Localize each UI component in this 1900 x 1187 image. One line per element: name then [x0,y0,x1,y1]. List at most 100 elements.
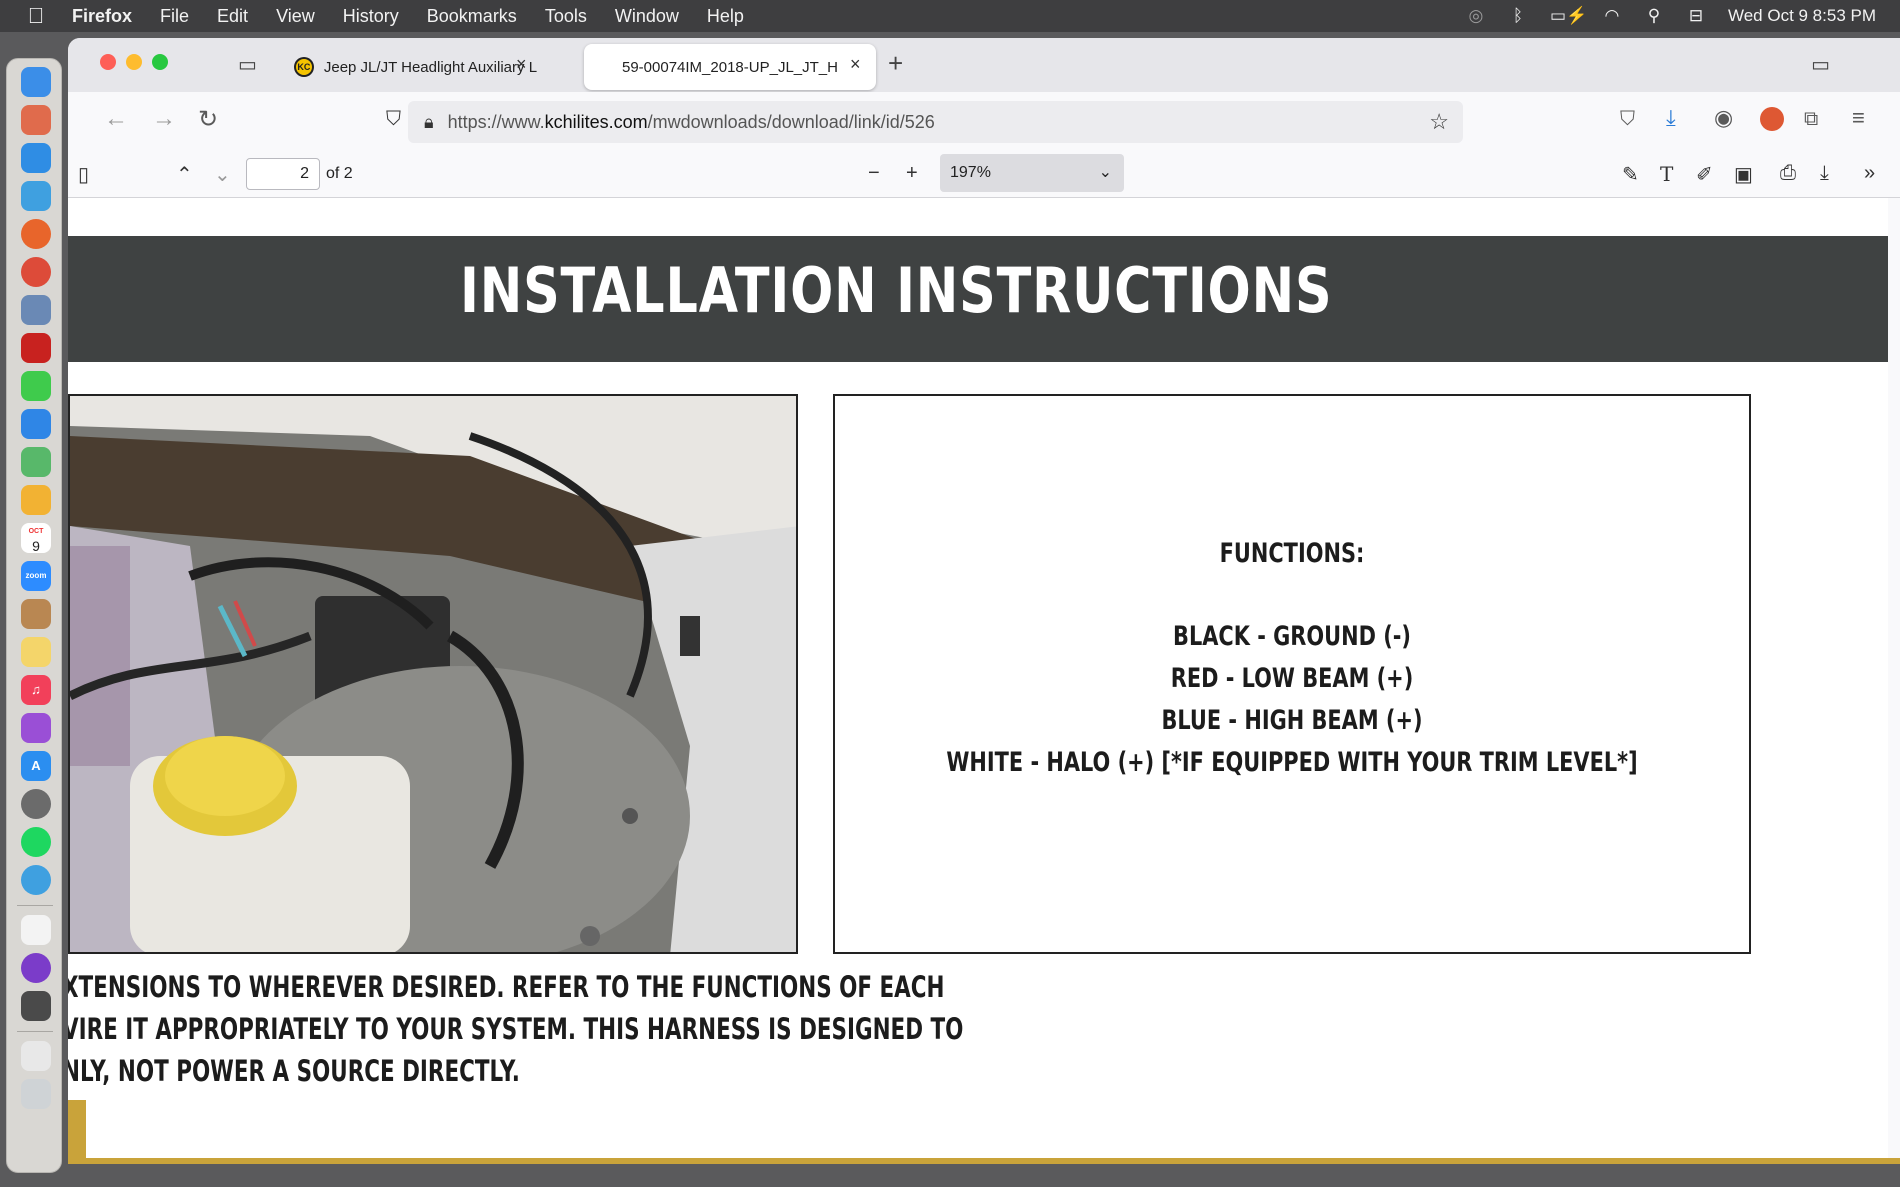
wifi-icon[interactable]: ◠ [1602,6,1622,26]
save-download-icon[interactable]: ⤓ [1820,162,1829,185]
safari-icon[interactable] [21,143,51,173]
text-tool-icon[interactable]: T [1660,162,1673,186]
launchpad-icon[interactable] [21,105,51,135]
engine-bay-photo [68,394,798,954]
icloud-icon[interactable] [21,181,51,211]
messages-icon[interactable] [21,371,51,401]
dock-separator-2 [17,1031,53,1032]
preview-icon[interactable] [21,295,51,325]
close-window-button[interactable] [100,54,116,70]
app-menu-icon[interactable]: ≡ [1852,105,1865,131]
draw-icon[interactable]: ✐ [1696,162,1713,187]
finder-icon[interactable] [21,67,51,97]
control-center-icon[interactable]: ⊟ [1686,6,1706,26]
dock-separator [17,905,53,906]
instruction-text-line: VIRE IT APPROPRIATELY TO YOUR SYSTEM. TH… [68,1012,964,1046]
zoom-icon[interactable]: zoom [21,561,51,591]
sidebar-toggle-icon[interactable]: ▯ [78,162,89,187]
minimize-window-button[interactable] [126,54,142,70]
contacts-icon[interactable] [21,599,51,629]
functions-box: FUNCTIONS: BLACK - GROUND (-) RED - LOW … [833,394,1751,954]
print-icon[interactable]: ⎙ [1780,162,1796,185]
menu-window[interactable]: Window [615,0,679,32]
tab-pdf-instructions[interactable]: 59-00074IM_2018-UP_JL_JT_H × [584,44,876,90]
spotify-icon[interactable] [21,827,51,857]
lock-icon[interactable]: 🔒︎ [424,112,434,133]
bookmark-star-icon[interactable]: ☆ [1429,109,1449,135]
url-host: kchilites.com [544,111,648,132]
calculator-icon[interactable] [21,991,51,1021]
zoom-select[interactable]: 197% ⌄ [940,154,1124,192]
more-tools-icon[interactable]: » [1864,162,1875,185]
menu-history[interactable]: History [343,0,399,32]
menu-view[interactable]: View [276,0,315,32]
image-tool-icon[interactable]: ▣ [1734,162,1753,187]
engine-bay-illustration [70,396,796,952]
bluetooth-icon[interactable]: ᛒ [1508,6,1528,26]
calendar-icon[interactable]: OCT 9 [21,523,51,553]
zoom-window-button[interactable] [152,54,168,70]
spotlight-search-icon[interactable]: ⚲ [1644,6,1664,26]
tab-close-icon[interactable]: × [850,54,861,75]
apple-icon[interactable]:  [0,3,72,29]
menu-tools[interactable]: Tools [545,0,587,32]
maps-icon[interactable] [21,447,51,477]
url-bar[interactable]: 🔒︎ https://www. kchilites.com/mwdownloads… [408,101,1463,143]
chrome-icon[interactable] [21,257,51,287]
new-tab-button[interactable]: + [888,48,903,79]
photos-icon[interactable] [21,485,51,515]
duckduckgo-extension-icon[interactable] [1760,107,1784,131]
menu-bookmarks[interactable]: Bookmarks [427,0,517,32]
highlight-icon[interactable]: ✎ [1622,162,1639,187]
menu-file[interactable]: File [160,0,189,32]
zoom-in-icon[interactable]: + [906,162,918,185]
menubar-clock[interactable]: Wed Oct 9 8:53 PM [1728,6,1876,26]
acrobat-icon[interactable] [21,333,51,363]
airdrop-icon[interactable]: ◎ [1466,6,1486,26]
instruction-text-line: XTENSIONS TO WHEREVER DESIRED. REFER TO … [68,970,945,1004]
chevron-down-icon: ⌄ [1098,164,1112,181]
tab-overview-icon[interactable]: ▭ [1811,52,1830,77]
mail-icon[interactable] [21,409,51,439]
firefox-window: ▭ KC Jeep JL/JT Headlight Auxiliary L × … [68,38,1900,1162]
tab-close-icon[interactable]: × [516,54,527,75]
title-banner: INSTALLATION INSTRUCTIONS [68,236,1888,362]
firefox-icon[interactable] [21,219,51,249]
tab-bar: ▭ KC Jeep JL/JT Headlight Auxiliary L × … [68,38,1900,92]
trash-icon[interactable] [21,1079,51,1109]
textedit-icon[interactable] [21,915,51,945]
tracking-shield-icon[interactable]: ⛉ [386,108,401,131]
page-total: of 2 [326,165,353,182]
pocket-icon[interactable]: ⛉ [1620,108,1635,131]
notes-icon[interactable] [21,637,51,667]
zoom-value: 197% [950,164,991,181]
zoom-out-icon[interactable]: − [868,162,880,185]
extensions-icon[interactable]: ⧉ [1804,108,1818,131]
downloads-icon[interactable]: ⤓ [1666,105,1676,131]
tab-jeep-headlight[interactable]: KC Jeep JL/JT Headlight Auxiliary L × [282,44,538,90]
menu-app-firefox[interactable]: Firefox [72,0,132,32]
firefox-view-icon[interactable]: ▭ [238,52,257,77]
battery-icon[interactable]: ▭⚡ [1550,6,1587,26]
pdf-page: INSTALLATION INSTRUCTIONS FUNCTIONS: BLA… [68,198,1888,1162]
kc-favicon-icon: KC [294,57,314,77]
menu-edit[interactable]: Edit [217,0,248,32]
previous-page-icon[interactable]: ⌃ [176,162,193,187]
firefox-dev-icon[interactable] [21,953,51,983]
app-store-icon[interactable]: A [21,751,51,781]
next-page-icon[interactable]: ⌄ [214,162,231,187]
wifi-utility-icon[interactable] [21,865,51,895]
page-number-input[interactable]: 2 [246,158,320,190]
downloads-stack-icon[interactable] [21,1041,51,1071]
podcasts-icon[interactable] [21,713,51,743]
forward-arrow-icon[interactable]: → [152,105,176,133]
account-icon[interactable]: ◉ [1714,105,1733,131]
tab-title: 59-00074IM_2018-UP_JL_JT_H [622,58,838,76]
music-icon[interactable]: ♫ [21,675,51,705]
menu-help[interactable]: Help [707,0,744,32]
system-settings-icon[interactable] [21,789,51,819]
reload-icon[interactable]: ↻ [198,105,218,134]
back-arrow-icon[interactable]: ← [104,105,128,133]
dock: OCT 9 zoom ♫ A [6,58,62,1173]
pdf-viewport[interactable]: INSTALLATION INSTRUCTIONS FUNCTIONS: BLA… [68,198,1900,1162]
